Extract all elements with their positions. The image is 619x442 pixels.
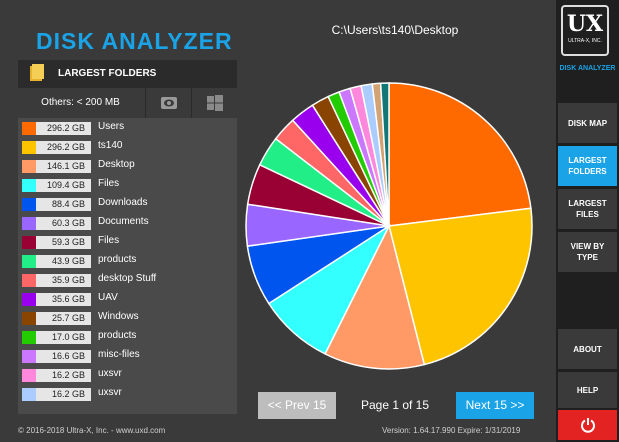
- folder-row[interactable]: 60.3 GB Documents: [18, 213, 237, 232]
- nav-view-by-type[interactable]: VIEW BY TYPE: [558, 232, 617, 272]
- folder-size: 88.4 GB: [51, 199, 85, 209]
- largest-folders-panel: LARGEST FOLDERS Others: < 200 MB 296.2 G…: [18, 60, 238, 414]
- folder-row[interactable]: 16.6 GB misc-files: [18, 346, 237, 365]
- copyright-text: © 2016-2018 Ultra-X, Inc. - www.uxd.com: [18, 426, 166, 435]
- folder-row[interactable]: 43.9 GB products: [18, 251, 237, 270]
- pie-slice: [388, 82, 532, 227]
- folder-name: UAV: [98, 292, 118, 303]
- folder-row[interactable]: 88.4 GB Downloads: [18, 194, 237, 213]
- ultra-x-logo: UX ULTRA-X, INC.: [561, 5, 609, 56]
- largest-folders-header: LARGEST FOLDERS: [18, 60, 237, 88]
- folder-name: ts140: [98, 140, 123, 151]
- folder-row[interactable]: 146.1 GB Desktop: [18, 156, 237, 175]
- windows-filter-button[interactable]: [191, 88, 238, 118]
- folder-size: 16.2 GB: [51, 389, 85, 399]
- folder-row[interactable]: 109.4 GB Files: [18, 175, 237, 194]
- right-sidebar: UX ULTRA-X, INC. DISK ANALYZER DISK MAP …: [556, 0, 619, 442]
- nav-view-by-type-label: VIEW BY TYPE: [570, 242, 605, 262]
- current-path: C:\Users\ts140\Desktop: [331, 23, 459, 37]
- folder-size: 59.3 GB: [51, 237, 85, 247]
- folder-row[interactable]: 16.2 GB uxsvr: [18, 365, 237, 384]
- folder-row[interactable]: 25.7 GB Windows: [18, 308, 237, 327]
- folder-row[interactable]: 296.2 GB Users: [18, 118, 237, 137]
- folder-size: 35.9 GB: [51, 275, 85, 285]
- view-toggle-button[interactable]: [145, 88, 192, 118]
- folder-name: Files: [98, 178, 120, 189]
- page-indicator: Page 1 of 15: [360, 398, 430, 412]
- folder-row[interactable]: 16.2 GB uxsvr: [18, 384, 237, 403]
- folder-name: Files: [98, 235, 120, 246]
- folder-name: Desktop: [98, 159, 135, 170]
- logo-subtext: ULTRA-X, INC.: [568, 38, 602, 44]
- folder-name: misc-files: [98, 349, 140, 360]
- nav-largest-files-label: LARGEST FILES: [568, 199, 607, 219]
- folder-size: 296.2 GB: [46, 142, 85, 152]
- folder-icon: [30, 64, 44, 81]
- folder-name: Downloads: [98, 197, 148, 208]
- folder-size: 16.2 GB: [51, 370, 85, 380]
- logo-caption: DISK ANALYZER: [559, 65, 616, 72]
- folder-size: 109.4 GB: [46, 180, 85, 190]
- folder-size: 296.2 GB: [46, 123, 85, 133]
- folder-size: 146.1 GB: [46, 161, 85, 171]
- nav-disk-map-label: DISK MAP: [567, 118, 608, 128]
- folder-size: 60.3 GB: [51, 218, 85, 228]
- folder-list: 296.2 GB Users 296.2 GB ts140 146.1 GB Deskto…: [18, 118, 237, 403]
- folder-name: Users: [98, 121, 125, 132]
- nav-help-label: HELP: [576, 385, 599, 395]
- largest-folders-title: LARGEST FOLDERS: [58, 68, 157, 79]
- folder-size: 35.6 GB: [51, 294, 85, 304]
- folder-name: Documents: [98, 216, 149, 227]
- folder-row[interactable]: 59.3 GB Files: [18, 232, 237, 251]
- folder-name: products: [98, 254, 137, 265]
- power-button[interactable]: [558, 410, 617, 440]
- folder-row[interactable]: 296.2 GB ts140: [18, 137, 237, 156]
- version-text: Version: 1.64.17.990 Expire: 1/31/2019: [382, 426, 521, 435]
- nav-help[interactable]: HELP: [558, 372, 617, 408]
- prev-page-button[interactable]: << Prev 15: [258, 392, 336, 419]
- folder-size: 17.0 GB: [51, 332, 85, 342]
- folder-name: Windows: [98, 311, 139, 322]
- folder-name: uxsvr: [98, 368, 122, 379]
- nav-about-label: ABOUT: [573, 344, 602, 354]
- folder-name: desktop Stuff: [98, 273, 157, 284]
- logo-text: UX: [566, 11, 604, 37]
- folder-row[interactable]: 35.9 GB desktop Stuff: [18, 270, 237, 289]
- nav-largest-files[interactable]: LARGEST FILES: [558, 189, 617, 229]
- power-icon: [580, 418, 595, 433]
- folder-size: 25.7 GB: [51, 313, 85, 323]
- folder-row[interactable]: 35.6 GB UAV: [18, 289, 237, 308]
- windows-icon: [207, 95, 223, 111]
- folder-name: products: [98, 330, 137, 341]
- folder-row[interactable]: 17.0 GB products: [18, 327, 237, 346]
- nav-disk-map[interactable]: DISK MAP: [558, 103, 617, 143]
- eye-icon: [161, 97, 177, 109]
- app-title: DISK ANALYZER: [36, 28, 233, 54]
- next-page-button[interactable]: Next 15 >>: [456, 392, 534, 419]
- folder-size-pie-chart: [245, 82, 533, 370]
- folder-size: 16.6 GB: [51, 351, 85, 361]
- nav-largest-folders-label: LARGEST FOLDERS: [568, 156, 607, 176]
- nav-about[interactable]: ABOUT: [558, 329, 617, 369]
- nav-largest-folders[interactable]: LARGEST FOLDERS: [558, 146, 617, 186]
- folder-name: uxsvr: [98, 387, 122, 398]
- folder-size: 43.9 GB: [51, 256, 85, 266]
- others-label: Others: < 200 MB: [41, 97, 120, 108]
